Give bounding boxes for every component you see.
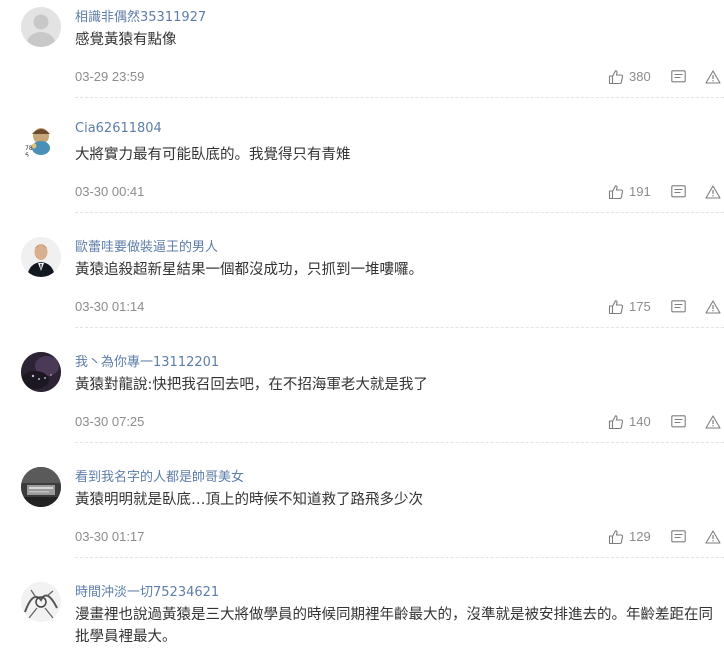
svg-text:78: 78 (25, 145, 33, 152)
comment-date: 03-30 01:14 (75, 299, 145, 314)
default-avatar-icon (21, 7, 61, 47)
divider (75, 212, 724, 213)
avatar[interactable] (21, 467, 61, 507)
report-icon[interactable] (705, 70, 721, 84)
comment-text: 黃猿對龍說:快把我召回去吧，在不招海軍老大就是我了 (75, 377, 428, 393)
like-count: 140 (629, 414, 651, 429)
reply-icon[interactable] (671, 530, 686, 544)
comment-text: 黃猿追殺超新星結果一個都沒成功，只抓到一堆嘍囉。 (75, 262, 423, 278)
comment-date: 03-30 00:41 (75, 184, 145, 199)
like-count: 129 (629, 529, 651, 544)
thumbs-up-icon (608, 185, 624, 200)
comment-meta: 03-30 07:25 140 (75, 412, 724, 432)
cartoon-avatar-icon: 78 6 (21, 122, 61, 162)
comment-date: 03-30 07:25 (75, 414, 145, 429)
comment-text: 黃猿明明就是臥底…頂上的時候不知道救了路飛多少次 (75, 492, 423, 508)
svg-text:6: 6 (25, 152, 29, 159)
avatar[interactable] (21, 582, 61, 622)
comment-meta: 03-30 01:17 129 (75, 527, 724, 547)
like-button[interactable]: 191 (608, 182, 651, 202)
comment-date: 03-30 01:17 (75, 529, 145, 544)
avatar[interactable]: 78 6 (21, 122, 61, 162)
username[interactable]: 我丶為你專一13112201 (75, 351, 219, 370)
report-icon[interactable] (705, 415, 721, 429)
comment-meta: 03-30 01:14 175 (75, 297, 724, 317)
comment-meta: 03-29 23:59 380 (75, 67, 724, 87)
divider (75, 97, 724, 98)
reply-icon[interactable] (671, 300, 686, 314)
username[interactable]: 看到我名字的人都是帥哥美女 (75, 466, 244, 485)
comment-text: 感覺黃猿有點像 (75, 32, 177, 48)
username[interactable]: 相識非偶然35311927 (75, 6, 206, 25)
like-count: 191 (629, 184, 651, 199)
like-count: 175 (629, 299, 651, 314)
avatar[interactable] (21, 7, 61, 47)
thumbs-up-icon (608, 530, 624, 545)
avatar[interactable] (21, 352, 61, 392)
like-button[interactable]: 129 (608, 527, 651, 547)
like-button[interactable]: 140 (608, 412, 651, 432)
reply-icon[interactable] (671, 70, 686, 84)
reply-icon[interactable] (671, 185, 686, 199)
reply-icon[interactable] (671, 415, 686, 429)
dark-photo-avatar-icon (21, 352, 61, 392)
divider (75, 327, 724, 328)
username[interactable]: 時間沖淡一切75234621 (75, 581, 219, 600)
report-icon[interactable] (705, 185, 721, 199)
comment-meta: 03-30 00:41 191 (75, 182, 724, 202)
thumbs-up-icon (608, 415, 624, 430)
like-button[interactable]: 380 (608, 67, 651, 87)
report-icon[interactable] (705, 300, 721, 314)
thumbs-up-icon (608, 70, 624, 85)
suit-man-avatar-icon (21, 237, 61, 277)
sketch-avatar-icon (21, 582, 61, 622)
comment-date: 03-29 23:59 (75, 69, 145, 84)
like-button[interactable]: 175 (608, 297, 651, 317)
grey-photo-avatar-icon (21, 467, 61, 507)
username[interactable]: Cia62611804 (75, 121, 162, 136)
username[interactable]: 歐蕾哇要做裝逼王的男人 (75, 236, 218, 255)
comment-text: 漫畫裡也說過黃猿是三大將做學員的時候同期裡年齡最大的，沒準就是被安排進去的。年齡… (75, 607, 713, 645)
thumbs-up-icon (608, 300, 624, 315)
comment-text: 大將實力最有可能臥底的。我覺得只有青雉 (75, 147, 351, 163)
avatar[interactable] (21, 237, 61, 277)
like-count: 380 (629, 69, 651, 84)
divider (75, 442, 724, 443)
divider (75, 557, 724, 558)
report-icon[interactable] (705, 530, 721, 544)
